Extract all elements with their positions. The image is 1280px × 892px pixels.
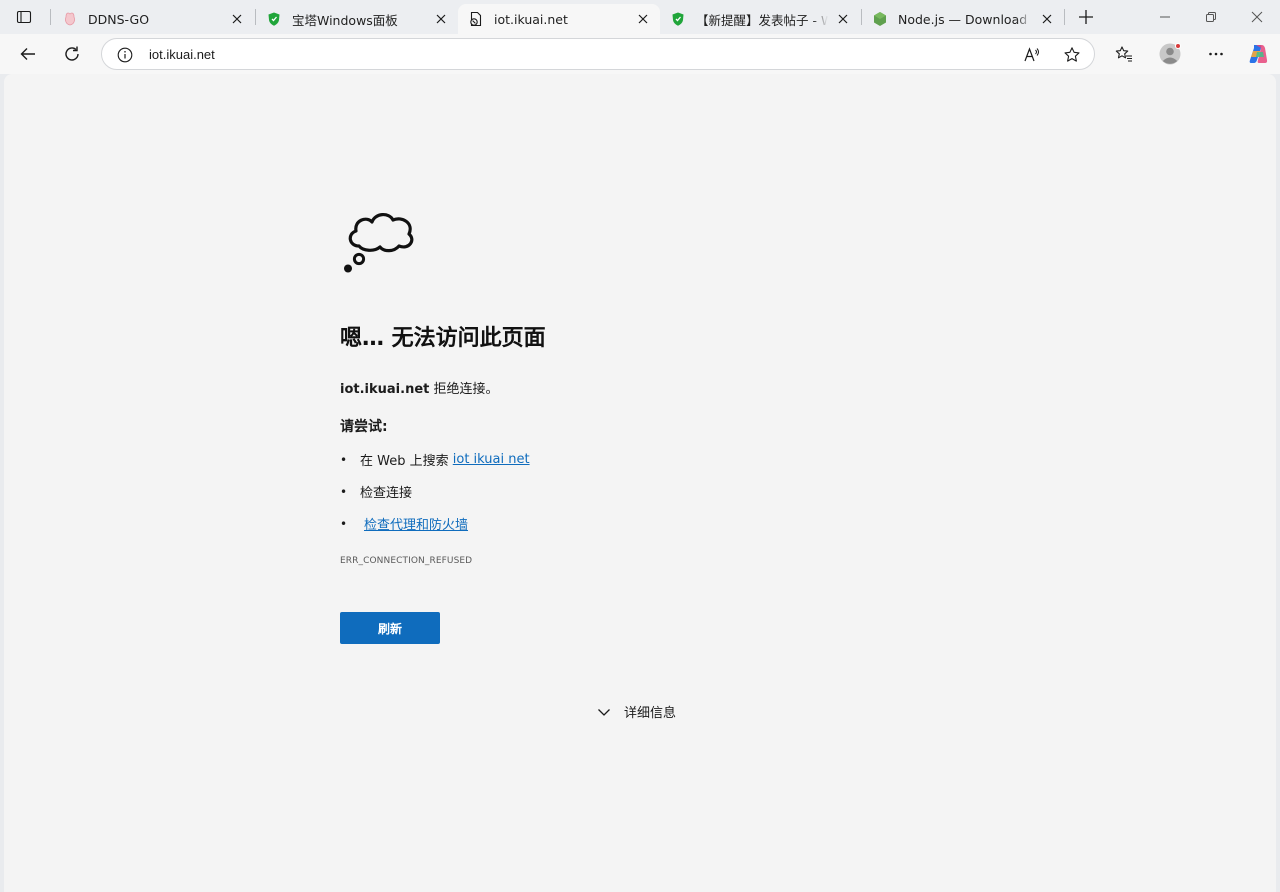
- tab-bt-windows-panel[interactable]: 宝塔Windows面板: [256, 4, 458, 34]
- tab-separator: [1064, 9, 1065, 25]
- bullet: •: [340, 484, 348, 499]
- close-tab-button[interactable]: [1038, 10, 1056, 28]
- notification-dot: [1175, 43, 1181, 49]
- tab-actions-icon: [16, 10, 32, 24]
- ddns-go-icon: [62, 11, 78, 27]
- back-button[interactable]: [14, 40, 42, 68]
- suggestion-search: • 在 Web 上搜索 iot ikuai net: [340, 450, 530, 469]
- toolbar: iot.ikuai.net: [0, 34, 1280, 74]
- site-info-icon[interactable]: [116, 46, 134, 64]
- bullet: •: [340, 516, 348, 531]
- error-message-text: 拒绝连接。: [429, 382, 499, 397]
- close-tab-button[interactable]: [432, 10, 450, 28]
- nodejs-icon: [872, 11, 888, 27]
- copilot-icon: [1249, 45, 1268, 63]
- try-label: 请尝试:: [340, 419, 388, 435]
- tab-title: 宝塔Windows面板: [292, 12, 398, 28]
- minimize-button[interactable]: [1153, 5, 1177, 29]
- error-title: 嗯… 无法访问此页面: [340, 326, 546, 351]
- settings-more-button[interactable]: [1202, 40, 1230, 68]
- new-tab-button[interactable]: [1074, 5, 1098, 29]
- details-label: 详细信息: [624, 706, 677, 721]
- bullet: •: [340, 452, 348, 467]
- reload-button[interactable]: [58, 40, 86, 68]
- close-icon: [436, 14, 446, 24]
- restore-icon: [1206, 12, 1216, 22]
- close-icon: [1251, 11, 1263, 23]
- refresh-icon: [65, 46, 79, 61]
- error-host: iot.ikuai.net: [340, 382, 430, 397]
- tab-title: 【新提醒】发表帖子 - Windows: [696, 12, 828, 28]
- tab-separator: [50, 9, 51, 25]
- tab-post-thread[interactable]: 【新提醒】发表帖子 - Windows: [660, 4, 860, 34]
- more-icon: [1209, 52, 1223, 56]
- tab-title: DDNS-GO: [88, 11, 150, 27]
- thought-cloud-icon: [344, 213, 414, 273]
- copilot-button[interactable]: [1244, 40, 1272, 68]
- profile-button[interactable]: [1156, 40, 1184, 68]
- search-web-link[interactable]: iot ikuai net: [453, 452, 530, 467]
- check-connection-text: 检查连接: [360, 486, 413, 501]
- broken-page-icon: [468, 11, 484, 27]
- tab-actions-menu-button[interactable]: [8, 5, 40, 29]
- tab-title: iot.ikuai.net: [494, 11, 568, 27]
- read-aloud-button[interactable]: [1020, 43, 1044, 67]
- close-window-button[interactable]: [1245, 5, 1269, 29]
- plus-icon: [1079, 10, 1093, 24]
- page-content: 嗯… 无法访问此页面 iot.ikuai.net 拒绝连接。 请尝试: • 在 …: [4, 74, 1276, 892]
- suggestion-proxy-firewall: • 检查代理和防火墙: [340, 514, 468, 534]
- favorites-icon: [1115, 46, 1132, 62]
- close-icon: [232, 14, 242, 24]
- address-bar[interactable]: iot.ikuai.net: [101, 38, 1095, 70]
- minimize-icon: [1160, 16, 1170, 18]
- back-arrow-icon: [20, 48, 35, 60]
- close-tab-button[interactable]: [834, 10, 852, 28]
- restore-button[interactable]: [1199, 5, 1223, 29]
- error-message: iot.ikuai.net 拒绝连接。: [340, 378, 499, 397]
- chevron-down-icon: [596, 704, 612, 720]
- refresh-button[interactable]: 刷新: [340, 612, 440, 644]
- star-icon: [1064, 47, 1080, 62]
- error-code: ERR_CONNECTION_REFUSED: [340, 556, 473, 566]
- bt-shield-icon: [670, 11, 686, 27]
- bt-shield-icon: [266, 11, 282, 27]
- close-tab-button[interactable]: [634, 10, 652, 28]
- tab-title: Node.js — Download Node.js: [898, 11, 1032, 27]
- suggestion-search-text: 在 Web 上搜索: [360, 454, 453, 469]
- favorites-button[interactable]: [1110, 40, 1138, 68]
- close-icon: [638, 14, 648, 24]
- close-icon: [838, 14, 848, 24]
- details-toggle[interactable]: 详细信息: [596, 702, 676, 721]
- close-tab-button[interactable]: [228, 10, 246, 28]
- suggestion-check-connection: • 检查连接: [340, 482, 413, 502]
- check-proxy-firewall-link[interactable]: 检查代理和防火墙: [364, 514, 468, 533]
- read-aloud-icon: [1024, 47, 1039, 62]
- tab-strip: DDNS-GO 宝塔Windows面板 iot.ikuai.net 【新提醒】发…: [0, 0, 1280, 34]
- tab-ddns-go[interactable]: DDNS-GO: [52, 4, 254, 34]
- url-text[interactable]: iot.ikuai.net: [149, 47, 215, 62]
- add-favorite-button[interactable]: [1060, 43, 1084, 67]
- close-icon: [1042, 14, 1052, 24]
- tab-iot-ikuai-net[interactable]: iot.ikuai.net: [458, 4, 660, 34]
- tab-nodejs-download[interactable]: Node.js — Download Node.js: [862, 4, 1064, 34]
